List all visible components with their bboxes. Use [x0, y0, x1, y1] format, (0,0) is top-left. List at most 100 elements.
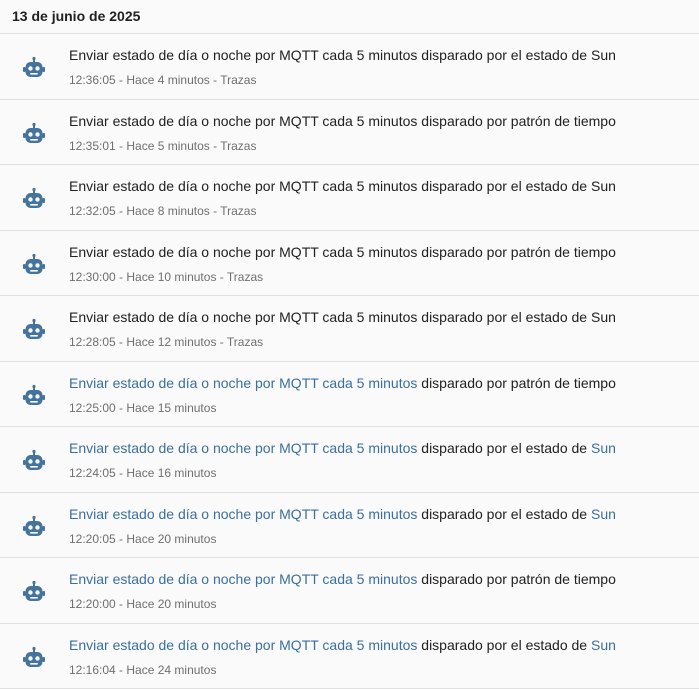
- automation-name: Enviar estado de día o noche por MQTT ca…: [69, 113, 417, 129]
- entry-meta: 12:30:00 - Hace 10 minutos - Trazas: [69, 269, 263, 285]
- entity-link: Sun: [591, 47, 616, 63]
- logbook-entry: Enviar estado de día o noche por MQTT ca…: [0, 427, 699, 493]
- trigger-verb: disparado por: [421, 178, 507, 194]
- entry-relative-time: Hace 15 minutos: [126, 401, 216, 415]
- logbook-entry: Enviar estado de día o noche por MQTT ca…: [0, 558, 699, 624]
- robot-icon: [22, 515, 46, 539]
- entry-time: 12:32:05: [69, 204, 116, 218]
- entity-link[interactable]: Sun: [591, 506, 616, 522]
- automation-link[interactable]: Enviar estado de día o noche por MQTT ca…: [69, 637, 417, 653]
- entry-time: 12:25:00: [69, 401, 116, 415]
- entry-message: Enviar estado de día o noche por MQTT ca…: [69, 177, 616, 195]
- entry-relative-time: Hace 16 minutos: [126, 466, 216, 480]
- robot-icon: [22, 318, 46, 342]
- robot-icon: [22, 646, 46, 670]
- trigger-description: patrón de tiempo: [511, 113, 616, 129]
- automation-name: Enviar estado de día o noche por MQTT ca…: [69, 47, 417, 63]
- robot-icon: [22, 56, 46, 80]
- entity-link[interactable]: Sun: [591, 637, 616, 653]
- entry-meta: 12:35:01 - Hace 5 minutos - Trazas: [69, 138, 256, 154]
- logbook-entry: Enviar estado de día o noche por MQTT ca…: [0, 624, 699, 689]
- entry-time: 12:24:05: [69, 466, 116, 480]
- automation-link[interactable]: Enviar estado de día o noche por MQTT ca…: [69, 571, 417, 587]
- logbook-entry: Enviar estado de día o noche por MQTT ca…: [0, 296, 699, 362]
- entity-link[interactable]: Sun: [591, 440, 616, 456]
- trigger-description: el estado de: [511, 309, 587, 325]
- robot-icon: [22, 187, 46, 211]
- trigger-description: el estado de: [511, 178, 587, 194]
- entry-time: 12:20:00: [69, 597, 116, 611]
- trigger-verb: disparado por: [421, 506, 507, 522]
- trigger-verb: disparado por: [421, 571, 507, 587]
- trigger-verb: disparado por: [421, 244, 507, 260]
- trigger-verb: disparado por: [421, 47, 507, 63]
- trigger-verb: disparado por: [421, 309, 507, 325]
- entry-meta: 12:20:00 - Hace 20 minutos: [69, 596, 216, 612]
- trigger-description: patrón de tiempo: [511, 244, 616, 260]
- logbook-entry: Enviar estado de día o noche por MQTT ca…: [0, 165, 699, 231]
- trigger-verb: disparado por: [421, 440, 507, 456]
- automation-link[interactable]: Enviar estado de día o noche por MQTT ca…: [69, 506, 417, 522]
- entry-time: 12:30:00: [69, 270, 116, 284]
- entry-time: 12:35:01: [69, 139, 116, 153]
- entry-message: Enviar estado de día o noche por MQTT ca…: [69, 46, 616, 64]
- entry-meta: 12:24:05 - Hace 16 minutos: [69, 465, 216, 481]
- entry-relative-time: Hace 20 minutos: [126, 532, 216, 546]
- traces-link[interactable]: Trazas: [220, 204, 256, 218]
- robot-icon: [22, 253, 46, 277]
- trigger-description: el estado de: [511, 506, 587, 522]
- entry-relative-time: Hace 10 minutos: [126, 270, 216, 284]
- automation-name: Enviar estado de día o noche por MQTT ca…: [69, 244, 417, 260]
- entry-message: Enviar estado de día o noche por MQTT ca…: [69, 112, 616, 130]
- logbook-entry: Enviar estado de día o noche por MQTT ca…: [0, 493, 699, 559]
- entry-time: 12:36:05: [69, 73, 116, 87]
- logbook-entry: Enviar estado de día o noche por MQTT ca…: [0, 100, 699, 166]
- entry-meta: 12:25:00 - Hace 15 minutos: [69, 400, 216, 416]
- traces-link[interactable]: Trazas: [227, 335, 263, 349]
- entity-link: Sun: [591, 178, 616, 194]
- entry-meta: 12:32:05 - Hace 8 minutos - Trazas: [69, 203, 256, 219]
- logbook-list: Enviar estado de día o noche por MQTT ca…: [0, 34, 699, 689]
- automation-name: Enviar estado de día o noche por MQTT ca…: [69, 178, 417, 194]
- entry-message: Enviar estado de día o noche por MQTT ca…: [69, 308, 616, 326]
- robot-icon: [22, 449, 46, 473]
- entry-message: Enviar estado de día o noche por MQTT ca…: [69, 243, 616, 261]
- robot-icon: [22, 384, 46, 408]
- automation-link[interactable]: Enviar estado de día o noche por MQTT ca…: [69, 440, 417, 456]
- traces-link[interactable]: Trazas: [220, 73, 256, 87]
- entry-meta: 12:28:05 - Hace 12 minutos - Trazas: [69, 334, 263, 350]
- entry-message: Enviar estado de día o noche por MQTT ca…: [69, 439, 616, 457]
- robot-icon: [22, 580, 46, 604]
- robot-icon: [22, 122, 46, 146]
- trigger-verb: disparado por: [421, 375, 507, 391]
- logbook-entry: Enviar estado de día o noche por MQTT ca…: [0, 231, 699, 297]
- trigger-description: patrón de tiempo: [511, 375, 616, 391]
- entry-message: Enviar estado de día o noche por MQTT ca…: [69, 636, 616, 654]
- entry-relative-time: Hace 4 minutos: [126, 73, 209, 87]
- entry-relative-time: Hace 24 minutos: [126, 663, 216, 677]
- automation-link[interactable]: Enviar estado de día o noche por MQTT ca…: [69, 375, 417, 391]
- entry-relative-time: Hace 12 minutos: [126, 335, 216, 349]
- traces-link[interactable]: Trazas: [220, 139, 256, 153]
- entry-message: Enviar estado de día o noche por MQTT ca…: [69, 374, 616, 392]
- trigger-description: el estado de: [511, 637, 587, 653]
- entity-link: Sun: [591, 309, 616, 325]
- logbook-entry: Enviar estado de día o noche por MQTT ca…: [0, 34, 699, 100]
- entry-meta: 12:16:04 - Hace 24 minutos: [69, 662, 216, 678]
- traces-link[interactable]: Trazas: [227, 270, 263, 284]
- entry-time: 12:20:05: [69, 532, 116, 546]
- entry-relative-time: Hace 8 minutos: [126, 204, 209, 218]
- trigger-verb: disparado por: [421, 637, 507, 653]
- entry-time: 12:16:04: [69, 663, 116, 677]
- trigger-description: el estado de: [511, 47, 587, 63]
- entry-time: 12:28:05: [69, 335, 116, 349]
- trigger-verb: disparado por: [421, 113, 507, 129]
- date-header: 13 de junio de 2025: [0, 0, 699, 34]
- trigger-description: el estado de: [511, 440, 587, 456]
- entry-message: Enviar estado de día o noche por MQTT ca…: [69, 505, 616, 523]
- logbook-entry: Enviar estado de día o noche por MQTT ca…: [0, 362, 699, 428]
- entry-meta: 12:36:05 - Hace 4 minutos - Trazas: [69, 72, 256, 88]
- entry-message: Enviar estado de día o noche por MQTT ca…: [69, 570, 616, 588]
- automation-name: Enviar estado de día o noche por MQTT ca…: [69, 309, 417, 325]
- entry-relative-time: Hace 20 minutos: [126, 597, 216, 611]
